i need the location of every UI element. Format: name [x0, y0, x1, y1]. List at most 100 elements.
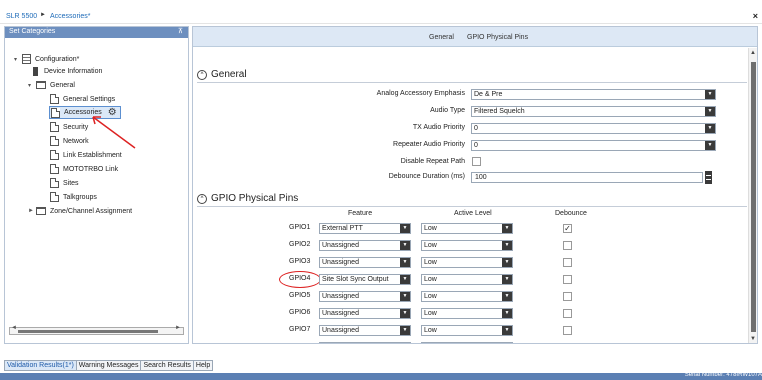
scroll-up-icon[interactable]: ▲ — [750, 50, 756, 56]
gpio-feature-select[interactable]: Unassigned▼ — [319, 308, 411, 319]
gpio-debounce-checkbox[interactable] — [563, 241, 572, 250]
gpio-active-level-select[interactable]: Low▼ — [421, 325, 513, 336]
expand-arrow-icon[interactable]: ▾ — [14, 56, 22, 63]
gpio-feature-select[interactable]: Unassigned▼ — [319, 240, 411, 251]
dropdown-arrow-icon[interactable]: ▼ — [502, 309, 512, 318]
tree-item-configuration[interactable]: ▾ Configuration* — [14, 54, 79, 64]
tab-search-results[interactable]: Search Results — [140, 360, 194, 371]
tree-item-label: Configuration* — [35, 55, 80, 63]
tree-item-talkgroups[interactable]: Talkgroups — [50, 192, 97, 202]
gpio-feature-select[interactable]: Unassigned▼ — [319, 257, 411, 268]
expand-arrow-icon[interactable]: ► — [28, 208, 36, 214]
tab-general[interactable]: General — [429, 34, 454, 41]
analog-accessory-emphasis-select[interactable]: De & Pre ▼ — [471, 89, 716, 100]
dropdown-arrow-icon[interactable]: ▼ — [502, 241, 512, 250]
scroll-down-icon[interactable]: ▼ — [750, 336, 756, 342]
gpio-debounce-checkbox[interactable] — [563, 292, 572, 301]
dropdown-arrow-icon[interactable]: ▼ — [705, 141, 715, 150]
gpio-feature-select[interactable]: Unassigned▼ — [319, 325, 411, 336]
tab-gpio-physical-pins[interactable]: GPIO Physical Pins — [467, 34, 528, 41]
gpio-pin-label: GPIO7 — [289, 326, 311, 333]
gpio-active-level-select[interactable]: Low▼ — [421, 291, 513, 302]
scrollbar-thumb[interactable] — [751, 62, 756, 332]
tab-warning-messages[interactable]: Warning Messages — [75, 360, 142, 371]
gpio-feature-select[interactable]: Unassigned▼ — [319, 291, 411, 302]
gpio-section-title[interactable]: ^ GPIO Physical Pins — [197, 193, 298, 204]
tree-item-sites[interactable]: Sites — [50, 178, 79, 188]
document-icon — [50, 150, 59, 160]
tree-item-label: Talkgroups — [63, 193, 97, 201]
dropdown-arrow-icon[interactable]: ▼ — [705, 124, 715, 133]
gpio-active-level-select[interactable]: Low▼ — [421, 223, 513, 234]
gpio-feature-select[interactable]: Site Slot Sync Output ▼ — [319, 274, 411, 285]
gpio-debounce-checkbox[interactable]: ✓ — [563, 224, 572, 233]
audio-type-select[interactable]: Filtered Squelch ▼ — [471, 106, 716, 117]
vertical-scrollbar[interactable]: ▲ ▼ — [748, 48, 757, 343]
gpio-debounce-checkbox[interactable] — [563, 275, 572, 284]
gpio-feature-select[interactable]: External PTT ▼ — [319, 223, 411, 234]
gpio-active-level-select[interactable]: Low▼ — [421, 308, 513, 319]
debounce-spinner-icon[interactable] — [705, 171, 712, 184]
tab-help[interactable]: Help — [192, 360, 214, 371]
dropdown-arrow-icon[interactable]: ▼ — [400, 343, 410, 344]
annotation-arrow — [92, 116, 136, 149]
dropdown-arrow-icon[interactable]: ▼ — [502, 326, 512, 335]
pin-icon[interactable]: ⊼ — [178, 27, 183, 35]
disable-repeat-path-checkbox[interactable] — [472, 157, 481, 166]
dropdown-arrow-icon[interactable]: ▼ — [502, 292, 512, 301]
general-section-title[interactable]: ^ General — [197, 69, 247, 80]
scroll-right-icon[interactable]: ► — [175, 325, 181, 331]
dropdown-arrow-icon[interactable]: ▼ — [400, 292, 410, 301]
dropdown-arrow-icon[interactable]: ▼ — [502, 343, 512, 344]
scroll-left-icon[interactable]: ◄ — [11, 325, 17, 331]
gpio-debounce-checkbox[interactable] — [563, 326, 572, 335]
dropdown-arrow-icon[interactable]: ▼ — [400, 241, 410, 250]
gpio-active-level-select[interactable]: Low▼ — [421, 240, 513, 251]
gpio-feature-select[interactable]: Unassigned▼ — [319, 342, 411, 344]
tree-item-label: Link Establishment — [63, 151, 122, 159]
gpio-debounce-checkbox[interactable] — [563, 343, 572, 344]
tree-item-label: Security — [63, 123, 89, 131]
document-icon — [50, 136, 59, 146]
settings-panel: General GPIO Physical Pins ^ General Ana… — [192, 26, 758, 344]
collapse-icon[interactable]: ^ — [197, 193, 207, 204]
dropdown-arrow-icon[interactable]: ▼ — [400, 326, 410, 335]
expand-arrow-icon[interactable]: ▾ — [28, 82, 36, 89]
dropdown-arrow-icon[interactable]: ▼ — [400, 275, 410, 284]
tree-item-label: General — [50, 81, 75, 89]
debounce-duration-input[interactable]: 100 — [471, 172, 703, 183]
tree-item-zone-channel-assignment[interactable]: ► Zone/Channel Assignment — [28, 207, 132, 215]
tree-item-general[interactable]: ▾ General — [28, 81, 75, 89]
close-icon[interactable]: × — [753, 11, 758, 21]
breadcrumb-page[interactable]: Accessories* — [50, 13, 90, 20]
dropdown-arrow-icon[interactable]: ▼ — [502, 275, 512, 284]
scrollbar-thumb[interactable] — [18, 330, 158, 333]
collapse-icon[interactable]: ^ — [197, 69, 207, 80]
dropdown-arrow-icon[interactable]: ▼ — [502, 258, 512, 267]
gpio-active-level-select[interactable]: Low▼ — [421, 274, 513, 285]
field-label: Disable Repeat Path — [400, 158, 465, 165]
tree-item-general-settings[interactable]: General Settings — [50, 94, 115, 104]
dropdown-arrow-icon[interactable]: ▼ — [705, 107, 715, 116]
tree-item-security[interactable]: Security — [50, 122, 88, 132]
tree-item-device-information[interactable]: Device Information — [31, 67, 102, 76]
tree-item-mototrbo-link[interactable]: MOTOTRBO Link — [50, 164, 118, 174]
dropdown-arrow-icon[interactable]: ▼ — [400, 309, 410, 318]
horizontal-scrollbar[interactable]: ◄ ► — [9, 325, 184, 335]
dropdown-arrow-icon[interactable]: ▼ — [400, 224, 410, 233]
tx-audio-priority-select[interactable]: 0 ▼ — [471, 123, 716, 134]
breadcrumb-device[interactable]: SLR 5500 — [6, 13, 37, 20]
gpio-active-level-select[interactable]: Low▼ — [421, 257, 513, 268]
gpio-debounce-checkbox[interactable] — [563, 258, 572, 267]
dropdown-arrow-icon[interactable]: ▼ — [502, 224, 512, 233]
gpio-active-level-select[interactable]: Low▼ — [421, 342, 513, 344]
breadcrumb-separator-icon: ► — [40, 12, 46, 18]
repeater-audio-priority-select[interactable]: 0 ▼ — [471, 140, 716, 151]
tab-validation-results[interactable]: Validation Results(1*) — [4, 360, 77, 371]
tree-item-network[interactable]: Network — [50, 136, 89, 146]
gpio-pin-label: GPIO6 — [289, 309, 311, 316]
panel-title: Set Categories — [9, 28, 56, 35]
dropdown-arrow-icon[interactable]: ▼ — [705, 90, 715, 99]
dropdown-arrow-icon[interactable]: ▼ — [400, 258, 410, 267]
gpio-debounce-checkbox[interactable] — [563, 309, 572, 318]
